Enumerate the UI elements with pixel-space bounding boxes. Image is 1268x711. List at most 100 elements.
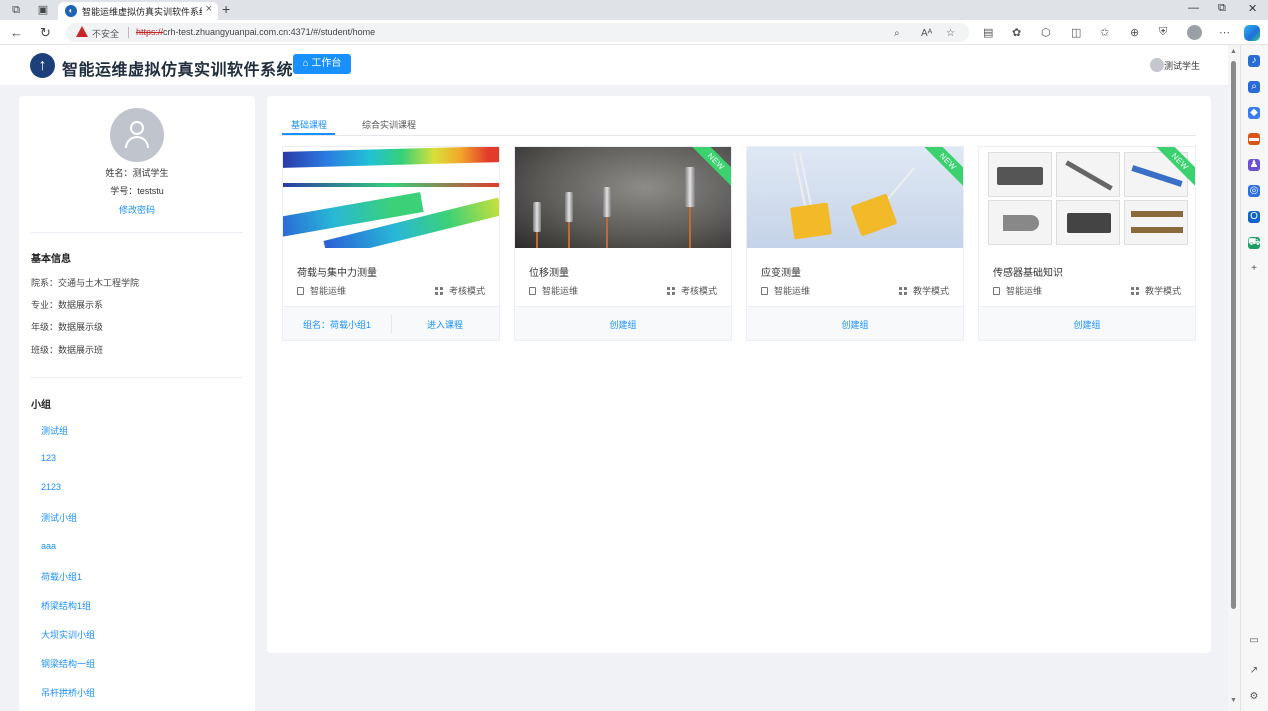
- group-item[interactable]: 2123: [41, 482, 61, 492]
- settings-gear-icon[interactable]: ⚙: [1248, 691, 1260, 703]
- group-item[interactable]: 钢梁结构一组: [41, 657, 95, 670]
- group-item[interactable]: 大坝实训小组: [41, 628, 95, 641]
- extensions-icon[interactable]: ⬡: [1041, 26, 1051, 39]
- extension-icon[interactable]: ✿: [1012, 26, 1021, 39]
- group-item[interactable]: 123: [41, 453, 56, 463]
- course-card[interactable]: NEW 应变测量 智能运维 教学模式 创建组: [746, 146, 964, 341]
- profile-avatar[interactable]: [1187, 25, 1202, 40]
- url-text[interactable]: https://crh-test.zhuangyuanpai.com.cn:43…: [136, 27, 375, 37]
- basic-info-heading: 基本信息: [31, 254, 71, 265]
- games-icon[interactable]: ♟: [1248, 159, 1260, 171]
- profile-panel: 姓名：测试学生 学号：teststu 修改密码 基本信息 院系：交通与土木工程学…: [19, 96, 255, 711]
- course-card[interactable]: NEW 传感器基础知识 智能运维 教学模式 创建组: [978, 146, 1196, 341]
- user-avatar-large: [110, 108, 164, 162]
- extension-icon[interactable]: ▤: [983, 26, 993, 39]
- document-icon: [761, 287, 768, 295]
- create-group-button[interactable]: 创建组: [515, 318, 731, 331]
- shopping-cart-icon[interactable]: ⛟: [1248, 237, 1261, 249]
- divider: [31, 232, 243, 233]
- group-name-link[interactable]: 组名：荷载小组1: [283, 318, 391, 331]
- create-group-button[interactable]: 创建组: [747, 318, 963, 331]
- course-title: 传感器基础知识: [993, 268, 1063, 279]
- app-header: ↑ 智能运维虚拟仿真实训软件系统 ⌂ 工作台 测试学生: [0, 45, 1228, 85]
- refresh-icon[interactable]: ↻: [40, 25, 51, 41]
- workspaces-icon[interactable]: ⧉: [9, 3, 23, 17]
- profile-student-id: 学号：teststu: [110, 186, 164, 196]
- course-title: 荷载与集中力测量: [297, 268, 377, 279]
- user-avatar: [1150, 58, 1164, 72]
- site-favicon-icon: ◐: [65, 5, 77, 17]
- read-aloud-icon[interactable]: Aᴬ: [921, 28, 932, 39]
- group-item[interactable]: 桥梁结构1组: [41, 599, 91, 612]
- group-item[interactable]: 测试小组: [41, 511, 77, 524]
- zoom-icon[interactable]: ⌕: [894, 28, 900, 39]
- address-bar[interactable]: 不安全 https://crh-test.zhuangyuanpai.com.c…: [66, 23, 969, 42]
- restore-icon[interactable]: ⧉: [1218, 2, 1226, 15]
- favorites-icon[interactable]: ✩: [1100, 26, 1109, 39]
- profile-name: 姓名：测试学生: [105, 168, 169, 178]
- divider: [128, 27, 129, 38]
- course-mode: 考核模式: [434, 284, 485, 297]
- group-item[interactable]: 测试组: [41, 424, 68, 437]
- scroll-up-icon[interactable]: ▲: [1230, 48, 1237, 55]
- course-image: NEW: [979, 147, 1195, 248]
- grid-icon: [898, 287, 907, 295]
- course-mode: 教学模式: [898, 284, 949, 297]
- new-tab-icon[interactable]: +: [222, 1, 230, 17]
- workbench-button[interactable]: ⌂ 工作台: [293, 54, 351, 74]
- notification-bell-icon[interactable]: ♪: [1248, 55, 1260, 67]
- open-external-icon[interactable]: ↗: [1248, 665, 1260, 677]
- more-options-icon[interactable]: ⋯: [1219, 26, 1230, 39]
- warning-icon: [76, 26, 88, 37]
- close-window-icon[interactable]: ✕: [1248, 2, 1257, 15]
- browser-sidebar: ♪ ⌕ ◆ ▬ ♟ ◎ O ⛟ + ▭ ↗ ⚙: [1240, 45, 1268, 711]
- browser-tab-active[interactable]: ◐ 智能运维虚拟仿真实训软件系统 ×: [58, 2, 218, 20]
- change-password-link[interactable]: 修改密码: [19, 203, 255, 216]
- course-tag: 智能运维: [993, 284, 1042, 297]
- course-tag: 智能运维: [297, 284, 346, 297]
- card-footer: 组名：荷载小组1 进入课程: [283, 306, 499, 340]
- vpn-icon[interactable]: ⛨: [1159, 26, 1167, 39]
- course-image: NEW: [747, 147, 963, 248]
- page-scrollbar[interactable]: ▲ ▼: [1228, 45, 1240, 711]
- outlook-icon[interactable]: O: [1248, 211, 1260, 223]
- create-group-button[interactable]: 创建组: [979, 318, 1195, 331]
- document-icon: [297, 287, 304, 295]
- group-item[interactable]: aaa: [41, 541, 56, 551]
- course-card[interactable]: 荷载与集中力测量 智能运维 考核模式 组名：荷载小组1 进入课程: [282, 146, 500, 341]
- security-label[interactable]: 不安全: [92, 27, 119, 40]
- split-screen-icon[interactable]: ◫: [1071, 26, 1081, 39]
- card-footer: 创建组: [515, 306, 731, 340]
- tab-actions-icon[interactable]: ▣: [36, 3, 50, 17]
- browser-tab-title: 智能运维虚拟仿真实训软件系统: [82, 7, 202, 17]
- collections-icon[interactable]: ⊕: [1130, 26, 1139, 39]
- favorite-star-icon[interactable]: ☆: [946, 28, 955, 39]
- system-logo-icon: ↑: [30, 53, 55, 78]
- tab-comprehensive-courses[interactable]: 综合实训课程: [362, 118, 416, 131]
- course-title: 位移测量: [529, 268, 569, 279]
- course-mode: 考核模式: [666, 284, 717, 297]
- divider: [31, 377, 243, 378]
- course-tag: 智能运维: [761, 284, 810, 297]
- office-icon[interactable]: ◎: [1248, 185, 1260, 197]
- minimize-icon[interactable]: —: [1188, 2, 1199, 14]
- shopping-tag-icon[interactable]: ◆: [1248, 107, 1260, 119]
- close-tab-icon[interactable]: ×: [206, 3, 212, 15]
- scroll-down-icon[interactable]: ▼: [1230, 697, 1237, 704]
- screen-icon[interactable]: ▭: [1248, 635, 1260, 647]
- enter-course-button[interactable]: 进入课程: [391, 318, 499, 331]
- back-icon[interactable]: ←: [10, 25, 23, 40]
- tools-icon[interactable]: ▬: [1248, 133, 1260, 145]
- group-item[interactable]: 荷载小组1: [41, 570, 82, 583]
- tab-basic-courses[interactable]: 基础课程: [291, 118, 327, 131]
- search-icon[interactable]: ⌕: [1248, 81, 1260, 93]
- scroll-thumb[interactable]: [1231, 61, 1236, 609]
- group-item[interactable]: 吊杆拱桥小组: [41, 686, 95, 699]
- copilot-icon[interactable]: [1244, 25, 1260, 41]
- course-title: 应变测量: [761, 268, 801, 279]
- card-footer: 创建组: [747, 306, 963, 340]
- grid-icon: [1130, 287, 1139, 295]
- course-card[interactable]: NEW 位移测量 智能运维 考核模式 创建组: [514, 146, 732, 341]
- add-icon[interactable]: +: [1248, 263, 1260, 275]
- document-icon: [993, 287, 1000, 295]
